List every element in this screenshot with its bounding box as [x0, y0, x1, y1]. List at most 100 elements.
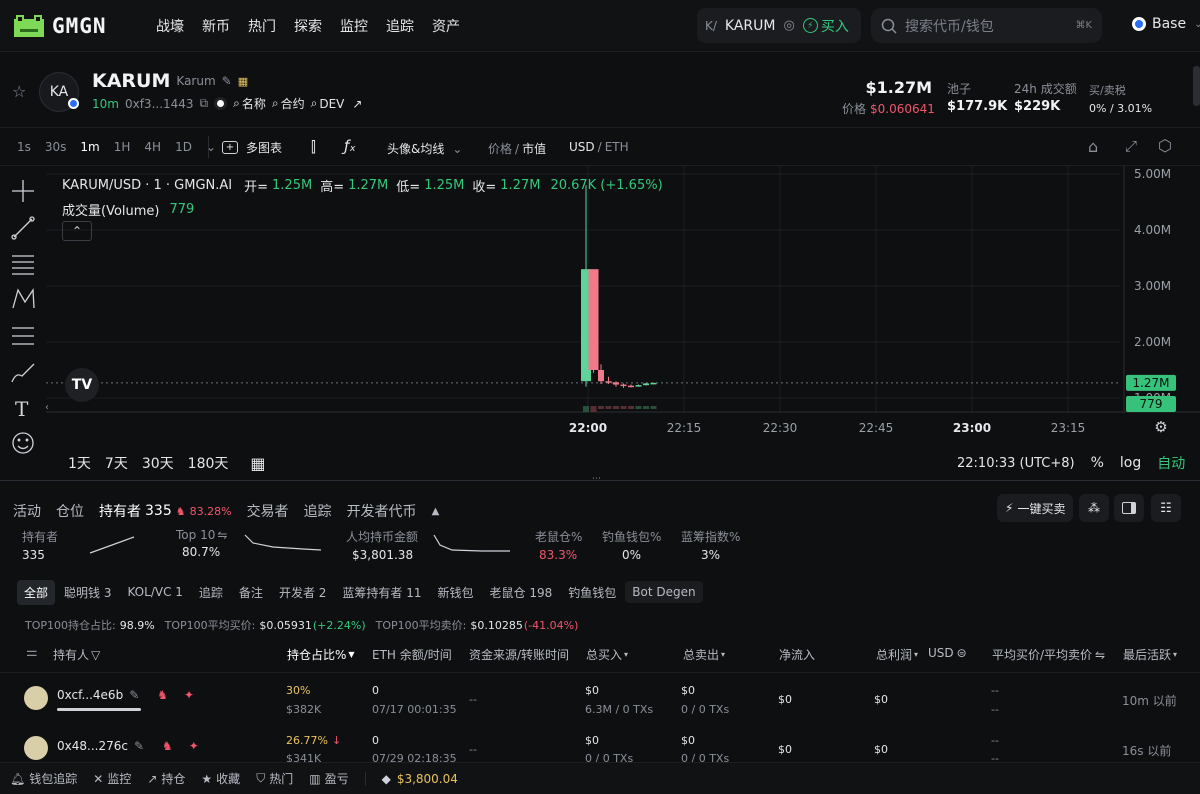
candle[interactable]	[598, 364, 604, 384]
search-box[interactable]: 搜索代币/钱包 ⌘K	[871, 8, 1102, 43]
tab-activity[interactable]: 活动	[13, 501, 41, 521]
search-dev-link[interactable]: ⌕ DEV	[311, 96, 345, 111]
filter-new-wallet[interactable]: 新钱包	[430, 580, 480, 605]
price-chart[interactable]: 5.00M4.00M3.00M2.00M1.00M22:0022:1522:30…	[46, 166, 1200, 478]
tab-holders[interactable]: 持有者 335 ♞ 83.28%	[99, 501, 232, 521]
emoji-icon[interactable]	[12, 432, 34, 454]
avatar-ma-dropdown[interactable]: 头像&均线 ⌄	[387, 140, 462, 157]
range-180d[interactable]: 180天	[188, 453, 229, 473]
filter-phishing[interactable]: 钓鱼钱包	[561, 580, 623, 605]
tab-dev-tokens[interactable]: 开发者代币	[347, 501, 417, 521]
interval-1s[interactable]: 1s	[17, 140, 31, 154]
th-holding-pct[interactable]: 持仓占比% ▼	[287, 646, 355, 663]
candle[interactable]	[643, 382, 649, 386]
search-contract-link[interactable]: ⌕ 合约	[272, 95, 305, 112]
search-name-link[interactable]: ⌕ 名称	[233, 95, 266, 112]
percent-toggle[interactable]: %	[1091, 455, 1104, 471]
filter-kol-vc[interactable]: KOL/VC 1	[120, 581, 189, 603]
tab-traders[interactable]: 交易者	[247, 501, 289, 521]
interval-1d[interactable]: 1D	[175, 140, 192, 154]
tradingview-logo-icon[interactable]: TV	[65, 368, 99, 402]
copy-icon[interactable]: ⧉	[200, 96, 209, 111]
calendar-icon[interactable]: ▦	[250, 454, 265, 473]
trendline-icon[interactable]	[11, 216, 35, 240]
panel-layout-button[interactable]	[1114, 494, 1144, 522]
axis-settings-icon[interactable]: ⚙	[1154, 418, 1167, 436]
hot-button[interactable]: ⛉ 热门	[256, 770, 293, 787]
candle[interactable]	[613, 381, 619, 387]
log-toggle[interactable]: log	[1120, 455, 1141, 471]
candle[interactable]	[635, 384, 642, 387]
pnl-button[interactable]: ▥ 盈亏	[309, 770, 348, 787]
range-7d[interactable]: 7天	[105, 453, 128, 473]
filter-rat[interactable]: 老鼠仓 198	[483, 580, 560, 605]
token-quick-pill[interactable]: K/ KARUM ◎ ⚡ 买入	[697, 8, 861, 43]
wallet-track-button[interactable]: 🔔︎ 钱包追踪	[10, 770, 77, 787]
tab-positions[interactable]: 仓位	[56, 501, 84, 521]
th-usd-toggle[interactable]: USD ⊜	[928, 646, 967, 660]
gmgn-logo[interactable]: GMGN	[12, 12, 107, 40]
th-holder[interactable]: 持有人 ▽	[53, 646, 100, 663]
resize-handle[interactable]: ⋯	[592, 474, 601, 484]
candle[interactable]	[588, 269, 599, 373]
holder-address[interactable]: 0x48...276c	[57, 739, 128, 753]
chain-selector[interactable]: Base ⌄	[1132, 16, 1200, 32]
camera-icon[interactable]: ⌂	[1088, 137, 1098, 156]
eth-toggle[interactable]: ETH	[605, 140, 629, 154]
search-input[interactable]: 搜索代币/钱包	[905, 16, 994, 36]
fullscreen-icon[interactable]: ⤢	[1125, 137, 1137, 155]
tab-track[interactable]: 追踪	[304, 501, 332, 521]
auto-toggle[interactable]: 自动	[1157, 453, 1185, 473]
monitor-button[interactable]: ✕ 监控	[93, 770, 131, 787]
swap-icon[interactable]: ⇋	[217, 528, 227, 542]
usd-toggle[interactable]: USD	[569, 140, 595, 154]
indicators-fx-icon[interactable]: ƒₓ	[344, 137, 356, 155]
th-avg-price[interactable]: 平均买价/平均卖价 ⇋	[992, 646, 1105, 663]
interval-30s[interactable]: 30s	[45, 140, 67, 154]
fib-lines-icon[interactable]	[12, 255, 34, 275]
th-last-active[interactable]: 最后活跃 ▾	[1123, 646, 1177, 663]
th-total-sell[interactable]: 总卖出 ▾	[683, 646, 725, 663]
range-1d[interactable]: 1天	[68, 453, 91, 473]
list-settings-button[interactable]: ☷	[1151, 494, 1181, 522]
nav-track[interactable]: 追踪	[386, 16, 414, 36]
external-link-icon[interactable]: ↗	[352, 97, 362, 111]
filter-dev[interactable]: 开发者 2	[272, 580, 333, 605]
text-tool-icon[interactable]: T	[15, 397, 29, 421]
one-click-trade-button[interactable]: ⚡ 一键买卖	[997, 494, 1074, 522]
filter-sliders-icon[interactable]: ⚌	[26, 645, 38, 660]
edit-icon[interactable]: ✎	[129, 688, 139, 702]
filter-all[interactable]: 全部	[17, 579, 56, 605]
edit-icon[interactable]: ✎	[134, 739, 144, 753]
multi-chart-button[interactable]: 多图表	[246, 139, 282, 156]
interval-1m[interactable]: 1m	[80, 140, 99, 154]
candle[interactable]	[620, 383, 627, 388]
nav-assets[interactable]: 资产	[432, 16, 460, 36]
nav-monitor[interactable]: 监控	[340, 16, 368, 36]
collapse-up-icon[interactable]: ▲	[432, 506, 440, 517]
filter-notes[interactable]: 备注	[232, 580, 270, 605]
holder-address[interactable]: 0xcf...4e6b	[57, 688, 123, 702]
chart-canvas[interactable]: 5.00M4.00M3.00M2.00M1.00M22:0022:1522:30…	[46, 166, 1200, 478]
header-scrollbar[interactable]	[1193, 66, 1200, 106]
filter-bot-degen[interactable]: Bot Degen	[625, 581, 703, 603]
edit-icon[interactable]: ✎	[222, 74, 232, 88]
filter-bluechip[interactable]: 蓝筹持有者 11	[335, 580, 428, 605]
range-30d[interactable]: 30天	[142, 453, 174, 473]
nav-explore[interactable]: 探索	[294, 16, 322, 36]
brush-icon[interactable]	[11, 363, 35, 383]
nav-hot[interactable]: 热门	[248, 16, 276, 36]
star-favorite-icon[interactable]: ☆	[12, 82, 26, 101]
bubble-map-button[interactable]: ⁂	[1079, 494, 1109, 522]
th-total-buy[interactable]: 总买入 ▾	[586, 646, 628, 663]
interval-4h[interactable]: 4H	[144, 140, 161, 154]
filter-smart-money[interactable]: 聪明钱 3	[57, 580, 118, 605]
chart-settings-icon[interactable]: ⬡	[1158, 136, 1172, 155]
candle[interactable]	[628, 384, 634, 388]
th-total-profit[interactable]: 总利润 ▾	[876, 646, 918, 663]
nav-trenches[interactable]: 战壕	[156, 16, 184, 36]
settings-circle-icon[interactable]: ◎	[784, 18, 795, 33]
crosshair-icon[interactable]	[12, 180, 34, 202]
collapse-toolbar-icon[interactable]: ‹	[45, 402, 49, 413]
mcap-toggle[interactable]: 市值	[522, 140, 546, 157]
